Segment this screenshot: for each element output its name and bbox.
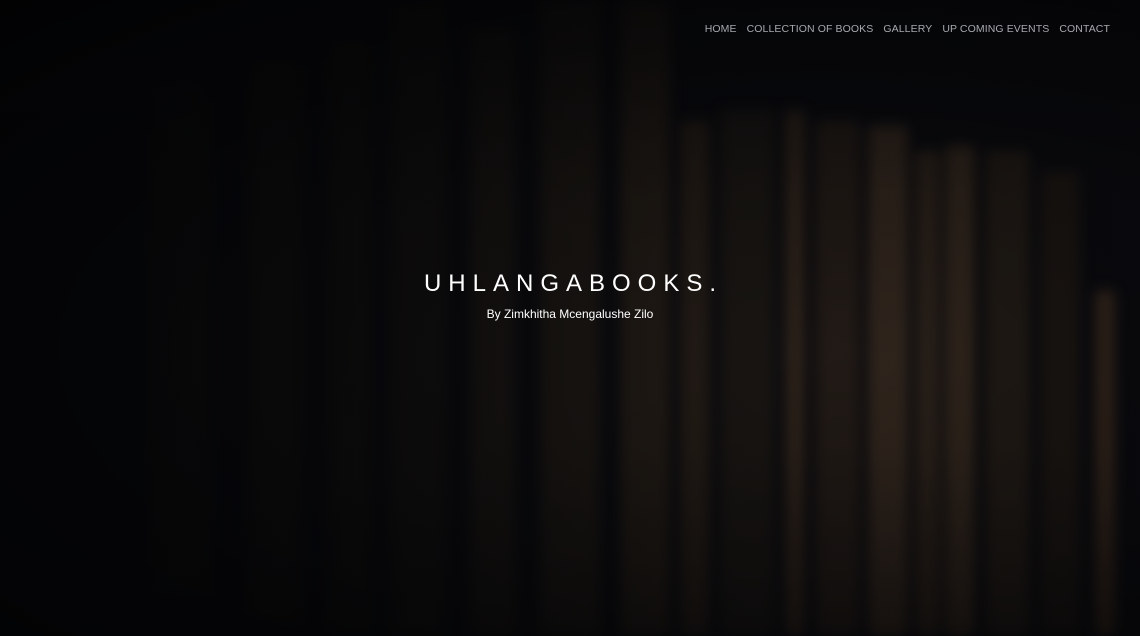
nav-link-home[interactable]: HOME	[705, 23, 737, 35]
nav-link-contact[interactable]: CONTACT	[1059, 23, 1110, 35]
site-title: UHLANGABOOKS.	[423, 270, 724, 297]
nav-link-upcoming-events[interactable]: UP COMING EVENTS	[942, 23, 1049, 35]
hero-section: HOME COLLECTION OF BOOKS GALLERY UP COMI…	[0, 0, 1140, 636]
site-subtitle: By Zimkhitha Mcengalushe Zilo	[486, 307, 654, 321]
nav-link-collection-of-books[interactable]: COLLECTION OF BOOKS	[747, 23, 874, 35]
main-navigation: HOME COLLECTION OF BOOKS GALLERY UP COMI…	[705, 23, 1110, 35]
hero-brand: UHLANGABOOKS. By Zimkhitha Mcengalushe Z…	[0, 270, 1140, 321]
nav-link-gallery[interactable]: GALLERY	[883, 23, 932, 35]
